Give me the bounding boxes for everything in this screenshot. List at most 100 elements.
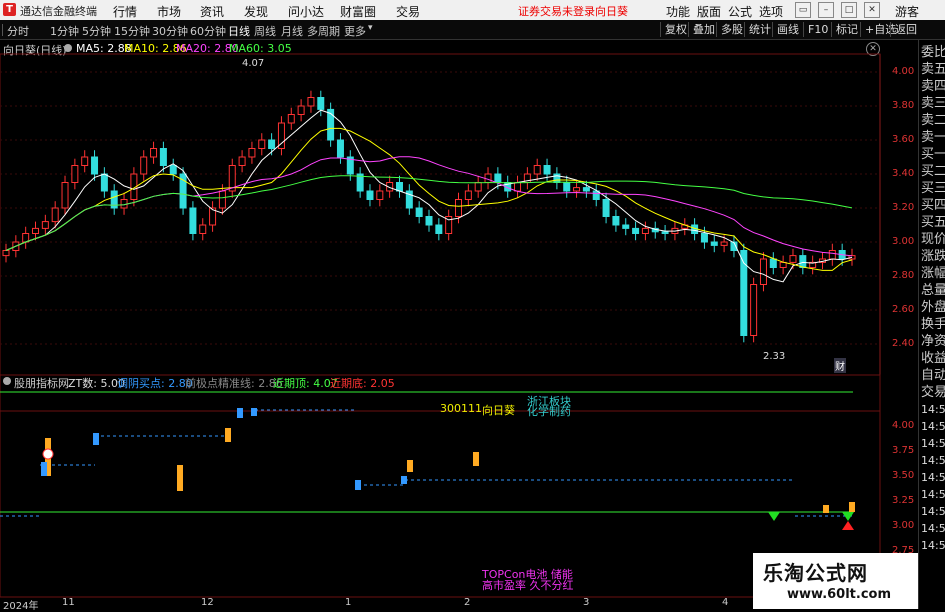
x-tick: 12 xyxy=(201,597,214,608)
buy-signal-bar xyxy=(237,408,243,418)
candle-body xyxy=(258,139,266,149)
side-panel-label: 卖二 xyxy=(921,113,945,128)
menu-wealth[interactable]: 财富圈 xyxy=(340,3,376,20)
buy-signal-bar xyxy=(355,480,361,490)
buy-point-label: 调阴买点: 2.80 xyxy=(117,377,193,390)
side-panel-label: 涨跌 xyxy=(921,249,945,264)
signal-bar xyxy=(473,452,479,466)
button-mark[interactable]: 标记 xyxy=(831,22,862,37)
menu-discover[interactable]: 发现 xyxy=(244,3,268,20)
menu-function[interactable]: 功能 xyxy=(666,3,690,20)
screenshot-icon[interactable]: ▭ xyxy=(795,2,811,18)
side-panel-label: 14:56 xyxy=(921,403,945,416)
finance-badge[interactable]: 财 xyxy=(834,358,846,373)
candle-body xyxy=(750,284,758,336)
high-price-label: 4.07 xyxy=(242,58,265,69)
candle-body xyxy=(32,227,40,234)
candle-body xyxy=(366,190,374,200)
side-panel-label: 卖五 xyxy=(921,62,945,77)
app-logo-icon: T xyxy=(3,3,16,16)
candle-body xyxy=(582,187,590,192)
side-panel-label: 外盘 xyxy=(921,300,945,315)
period-5min[interactable]: 5分钟 xyxy=(82,23,111,39)
menu-options[interactable]: 选项 xyxy=(759,3,783,20)
button-overlay[interactable]: 叠加 xyxy=(688,22,719,37)
period-tick[interactable]: 分时 xyxy=(7,23,29,39)
close-icon[interactable]: ✕ xyxy=(864,2,880,18)
y-tick: 3.60 xyxy=(892,134,915,145)
period-60min[interactable]: 60分钟 xyxy=(190,23,226,39)
period-daily[interactable]: 日线 xyxy=(228,23,250,39)
candle-body xyxy=(61,182,69,209)
menu-market[interactable]: 市场 xyxy=(157,3,181,20)
menu-wenxiaoda[interactable]: 问小达 xyxy=(288,3,324,20)
chevron-down-icon[interactable]: ▾ xyxy=(368,23,373,33)
button-f10[interactable]: F10 xyxy=(803,22,832,37)
main-grid xyxy=(0,71,880,345)
recent-top-label: 近期顶: 4.07 xyxy=(273,377,338,390)
guest-user[interactable]: 游客 xyxy=(895,3,919,20)
candle-body xyxy=(799,255,807,269)
x-tick: 1 xyxy=(345,597,352,608)
side-panel-label: 换手 xyxy=(921,317,945,332)
side-panel-label: 14:56 xyxy=(921,471,945,484)
candle-body xyxy=(425,216,433,226)
period-15min[interactable]: 15分钟 xyxy=(114,23,150,39)
candle-body xyxy=(287,114,295,124)
y-tick: 3.80 xyxy=(892,100,915,111)
sub-indicator-icon[interactable] xyxy=(3,377,11,385)
menu-layout[interactable]: 版面 xyxy=(697,3,721,20)
signal-bar xyxy=(823,505,829,513)
period-1min[interactable]: 1分钟 xyxy=(50,23,79,39)
side-panel-label: 买二 xyxy=(921,164,945,179)
side-panel-label: 委比 xyxy=(921,45,945,60)
sub-chart-layer xyxy=(0,391,855,530)
button-back[interactable]: 返回 xyxy=(890,22,921,37)
signal-bar xyxy=(849,502,855,512)
period-weekly[interactable]: 周线 xyxy=(254,23,276,39)
industry-tag: 化学制药 xyxy=(527,405,571,418)
menu-news[interactable]: 资讯 xyxy=(200,3,224,20)
button-restore-rights[interactable]: 复权 xyxy=(660,22,691,37)
button-multi-stock[interactable]: 多股 xyxy=(716,22,747,37)
y-tick: 2.40 xyxy=(892,338,915,349)
candle-body xyxy=(140,156,148,175)
candle-body xyxy=(494,173,502,183)
y-tick: 3.20 xyxy=(892,202,915,213)
side-panel-label: 14:56 xyxy=(921,539,945,552)
side-panel-label: 总量 xyxy=(921,283,945,298)
buy-signal-bar xyxy=(251,408,257,416)
sub-y-tick: 4.00 xyxy=(892,420,915,431)
side-panel-label: 交易 xyxy=(921,385,945,400)
candle-body xyxy=(720,241,728,246)
button-statistics[interactable]: 统计 xyxy=(744,22,775,37)
maximize-icon[interactable]: □ xyxy=(841,2,857,18)
period-30min[interactable]: 30分钟 xyxy=(152,23,188,39)
button-draw-line[interactable]: 画线 xyxy=(772,22,803,37)
kline-chart xyxy=(0,53,881,609)
buy-signal-bar xyxy=(401,476,407,484)
period-more[interactable]: 更多 xyxy=(344,23,366,39)
menu-formula[interactable]: 公式 xyxy=(728,3,752,20)
period-toolbar: 分时 1分钟 5分钟 15分钟 30分钟 60分钟 日线 周线 月线 多周期 更… xyxy=(0,20,945,40)
period-monthly[interactable]: 月线 xyxy=(281,23,303,39)
app-name: 通达信金融终端 xyxy=(20,5,97,18)
menu-quotes[interactable]: 行情 xyxy=(113,3,137,20)
menu-trade[interactable]: 交易 xyxy=(396,3,420,20)
candle-body xyxy=(2,250,10,257)
candle-body xyxy=(189,207,197,234)
side-panel-label: 卖一 xyxy=(921,130,945,145)
candle-body xyxy=(415,207,423,217)
candle-body xyxy=(169,165,177,175)
side-panel-label: 买一 xyxy=(921,147,945,162)
candle-body xyxy=(268,139,276,149)
candle-body xyxy=(455,199,463,217)
candle-body xyxy=(150,148,158,158)
minimize-icon[interactable]: – xyxy=(818,2,834,18)
menu-bar: T 通达信金融终端 行情 市场 资讯 发现 问小达 财富圈 交易 证券交易未登录… xyxy=(0,0,945,20)
candle-body xyxy=(514,182,522,192)
sub-chart-title: 股朋指标网 xyxy=(14,377,69,390)
side-panel-label: 卖四 xyxy=(921,79,945,94)
candle-body xyxy=(297,105,305,115)
period-multi[interactable]: 多周期 xyxy=(307,23,340,39)
